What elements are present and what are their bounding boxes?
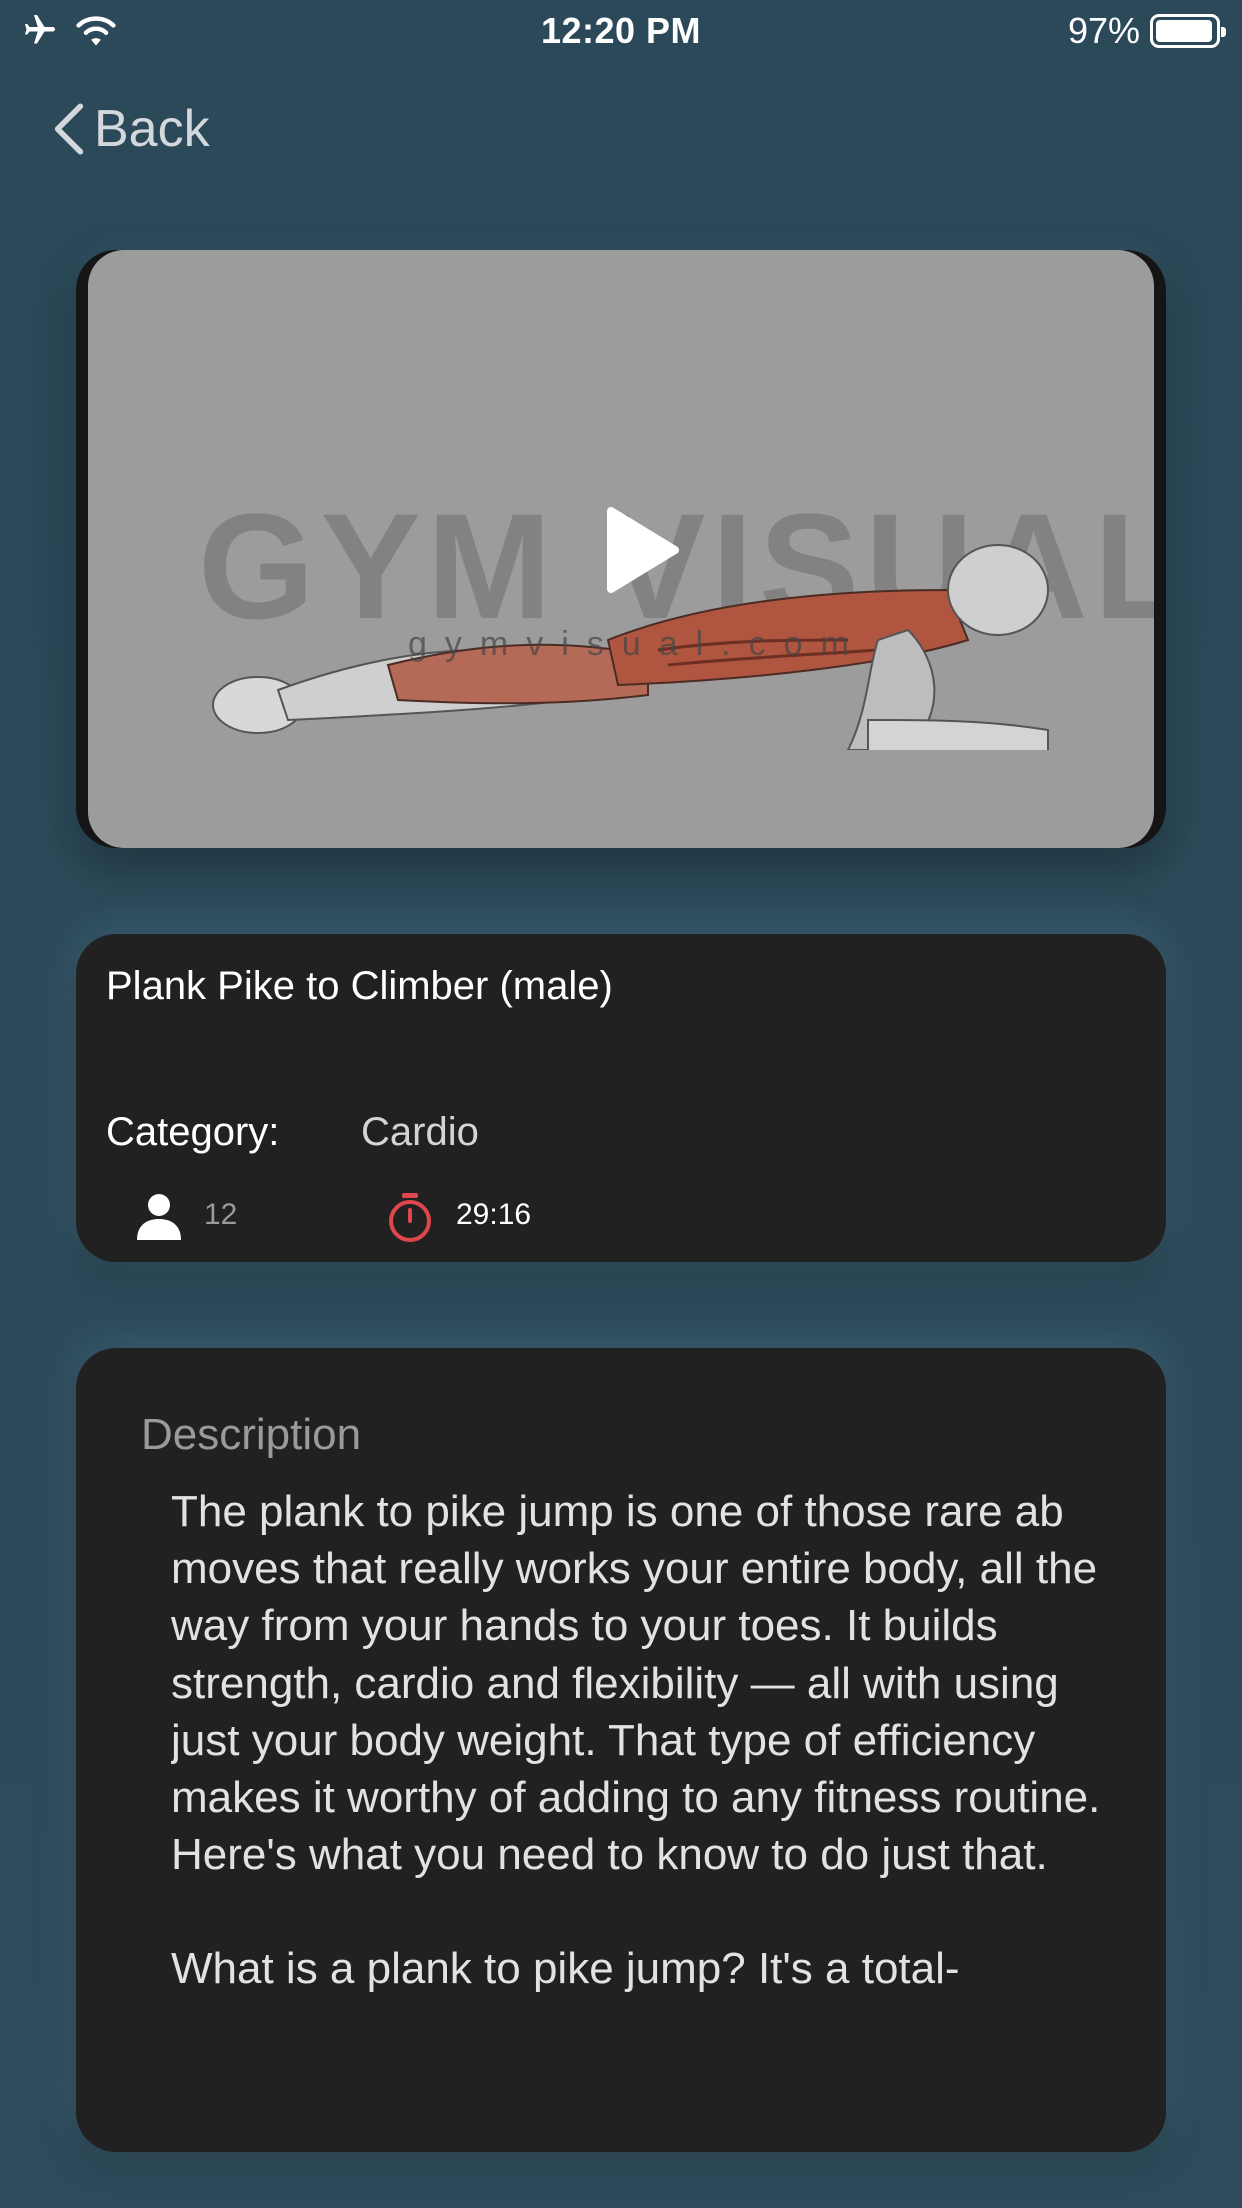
exercise-duration: 29:16 (456, 1198, 532, 1231)
category-label: Category: (106, 1110, 280, 1154)
description-scroll-area[interactable]: The plank to pike jump is one of those r… (171, 1483, 1111, 2103)
participant-count: 12 (204, 1198, 238, 1231)
exercise-info-card: Plank Pike to Climber (male) Category: C… (76, 934, 1166, 1262)
play-icon[interactable] (593, 505, 683, 595)
video-thumbnail: GYM VISUAL gymvisual.com (88, 250, 1154, 848)
back-label: Back (94, 100, 210, 158)
description-paragraph: The plank to pike jump is one of those r… (171, 1487, 1101, 1880)
exercise-detail-screen: 12:20 PM 97% Back GYM VISUAL gymvisual.c… (0, 0, 1242, 2208)
chevron-left-icon (54, 103, 84, 155)
video-watermark-sub: gymvisual.com (408, 625, 867, 663)
description-card[interactable]: Description The plank to pike jump is on… (76, 1348, 1166, 2152)
exercise-title: Plank Pike to Climber (male) (106, 964, 613, 1008)
battery-cap (1221, 27, 1226, 37)
description-heading: Description (141, 1410, 362, 1459)
description-paragraph: What is a plank to pike jump? It's a tot… (171, 1944, 960, 1994)
status-right: 97% (1067, 10, 1226, 52)
person-icon (137, 1194, 181, 1240)
video-player[interactable]: GYM VISUAL gymvisual.com (76, 250, 1166, 848)
battery-percent: 97% (1067, 10, 1140, 51)
back-button[interactable]: Back (52, 94, 210, 164)
status-bar: 12:20 PM 97% (0, 0, 1242, 62)
status-time: 12:20 PM (540, 10, 702, 51)
stopwatch-icon (389, 1193, 431, 1242)
battery-fill (1156, 20, 1213, 42)
battery-icon (1150, 14, 1226, 48)
category-value: Cardio (361, 1110, 479, 1154)
